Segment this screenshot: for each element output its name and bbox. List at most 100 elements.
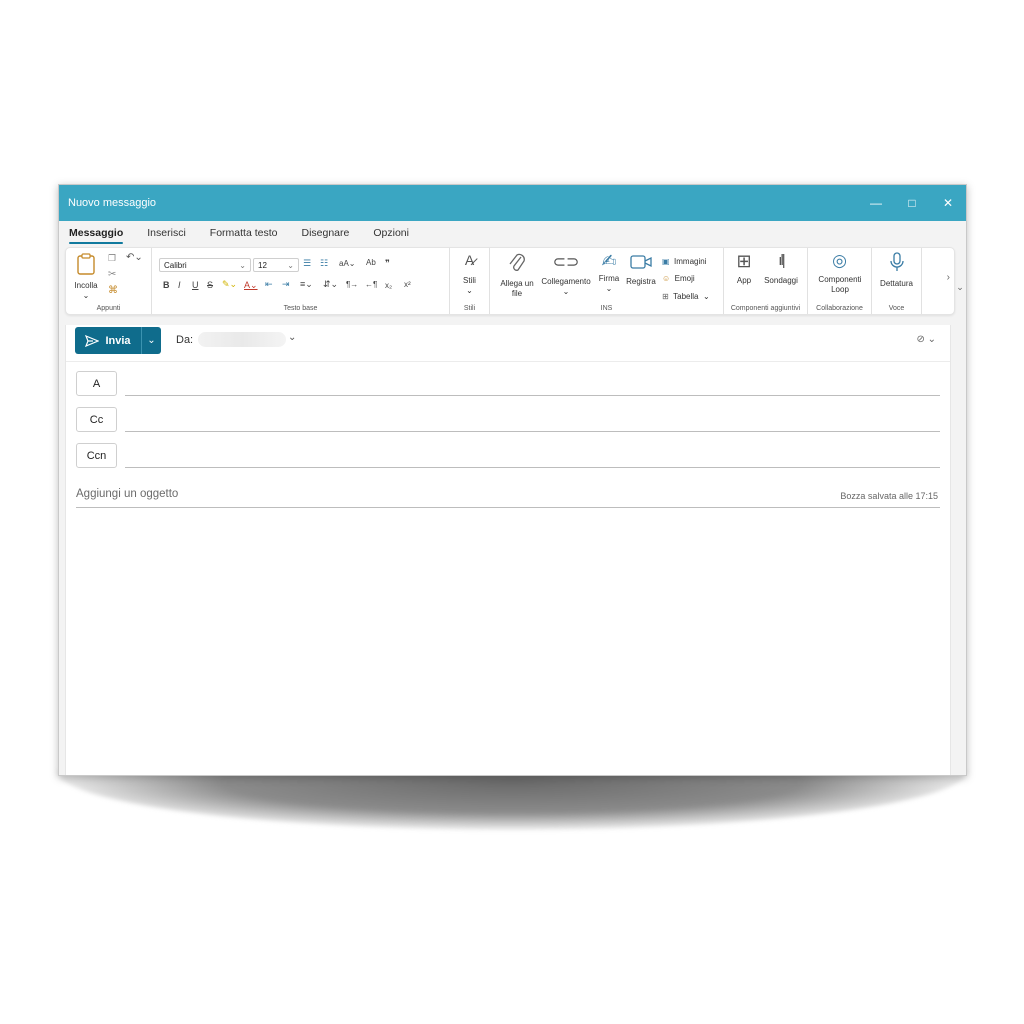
bcc-field[interactable]: [125, 467, 940, 468]
cut-icon[interactable]: ✂: [108, 270, 116, 280]
subscript-icon[interactable]: x₂: [385, 281, 392, 290]
send-split-button: Invia ⌄: [75, 327, 161, 354]
clear-format-icon[interactable]: Ab: [366, 258, 376, 267]
table-icon: ⊞: [662, 292, 669, 301]
from-chevron-down-icon[interactable]: ⌄: [288, 332, 296, 343]
send-icon: [85, 334, 100, 347]
loop-components-button[interactable]: ◎ Componenti Loop: [808, 252, 871, 294]
emoji-label: Emoji: [674, 274, 695, 283]
superscript-icon[interactable]: x²: [404, 280, 411, 289]
bcc-button[interactable]: Ccn: [76, 443, 117, 468]
link-button[interactable]: ⊂⊃ Collegamento ⌄: [538, 252, 594, 296]
group-label-ins: INS: [600, 305, 613, 312]
chevron-down-icon: ⌄: [605, 283, 613, 293]
from-address[interactable]: [198, 332, 286, 347]
attach-file-button[interactable]: Allega un file: [496, 252, 538, 298]
undo-icon[interactable]: ↶⌄: [126, 253, 143, 263]
apps-button[interactable]: ⊞ App: [730, 252, 758, 286]
font-grow-icon[interactable]: aA⌄: [339, 259, 356, 268]
attach-file-label: Allega un file: [500, 279, 534, 298]
group-label-appunti: Appunti: [96, 305, 121, 312]
strikethrough-icon[interactable]: S: [207, 280, 213, 290]
send-options-button[interactable]: ⌄: [141, 327, 161, 354]
sensitivity-icon[interactable]: ⊘ ⌄: [916, 334, 936, 345]
tab-disegnare[interactable]: Disegnare: [301, 227, 361, 245]
window-title: Nuovo messaggio: [68, 197, 157, 209]
italic-icon[interactable]: I: [178, 280, 181, 290]
align-icon[interactable]: ≡⌄: [300, 279, 313, 290]
underline-icon[interactable]: U: [192, 280, 199, 290]
tab-messaggio[interactable]: Messaggio: [69, 227, 135, 245]
loop-components-label: Componenti Loop: [818, 275, 862, 294]
apps-grid-icon: ⊞: [736, 251, 752, 271]
chevron-down-icon: ⌄: [562, 286, 570, 296]
numbering-icon[interactable]: ☷: [320, 258, 328, 269]
emoji-button[interactable]: ☺ Emoji: [662, 268, 695, 286]
to-field[interactable]: [125, 395, 940, 396]
to-button[interactable]: A: [76, 371, 117, 396]
link-icon: ⊂⊃: [552, 254, 580, 271]
ltr-icon[interactable]: ¶→: [346, 280, 358, 289]
subject-divider: [76, 507, 940, 508]
record-label: Registra: [626, 277, 656, 286]
tab-opzioni[interactable]: Opzioni: [373, 227, 421, 245]
polls-button[interactable]: ıl| Sondaggi: [758, 252, 804, 286]
chevron-down-icon: ⌄: [82, 290, 90, 300]
group-label-testo-base: Testo base: [283, 305, 318, 312]
group-componenti-aggiuntivi: ⊞ App ıl| Sondaggi Componenti aggiuntivi: [724, 248, 808, 314]
font-color-icon[interactable]: A⌄: [244, 280, 258, 291]
font-family-value: Calibri: [164, 261, 187, 270]
minimize-button[interactable]: —: [858, 185, 894, 221]
table-label: Tabella: [673, 292, 699, 301]
group-label-componenti-aggiuntivi: Componenti aggiuntivi: [730, 305, 801, 312]
paste-button[interactable]: Incolla ⌄: [72, 252, 100, 300]
video-camera-icon: [630, 255, 652, 269]
maximize-button[interactable]: □: [894, 185, 930, 221]
format-painter-icon[interactable]: ⌘: [108, 286, 118, 296]
font-family-select[interactable]: Calibri ⌄: [159, 258, 251, 272]
chevron-down-icon: ⌄: [702, 292, 710, 301]
group-label-stili: Stili: [463, 305, 476, 312]
record-button[interactable]: Registra: [624, 252, 658, 287]
highlight-icon[interactable]: ✎⌄: [222, 279, 237, 290]
signature-button[interactable]: ✍ Firma ⌄: [596, 252, 622, 293]
subject-input[interactable]: Aggiungi un oggetto: [76, 488, 178, 500]
group-collaborazione: ◎ Componenti Loop Collaborazione: [808, 248, 872, 314]
clipboard-icon: [77, 253, 95, 275]
send-label: Invia: [105, 334, 131, 347]
signature-icon: ✍: [601, 251, 617, 271]
font-size-value: 12: [258, 261, 267, 270]
bullets-icon[interactable]: ☰: [303, 258, 311, 269]
loop-icon: ◎: [832, 251, 847, 270]
line-spacing-icon[interactable]: ⇵⌄: [323, 279, 338, 290]
styles-button[interactable]: A̷ Stili ⌄: [450, 252, 489, 295]
poll-icon: ıl|: [778, 252, 786, 269]
paperclip-icon: [509, 253, 525, 271]
images-button[interactable]: ▣ Immagini: [662, 251, 706, 269]
tab-formatta-testo[interactable]: Formatta testo: [210, 227, 290, 245]
close-button[interactable]: ✕: [930, 185, 966, 221]
images-label: Immagini: [674, 257, 707, 266]
ribbon: Incolla ⌄ ❐ ↶⌄ ✂ ⌘ Appunti Calibri ⌄ 12 ⌄ …: [65, 247, 955, 315]
copy-icon[interactable]: ❐: [108, 254, 116, 263]
outdent-icon[interactable]: ⇤: [265, 279, 273, 290]
cc-field[interactable]: [125, 431, 940, 432]
tab-inserisci[interactable]: Inserisci: [147, 227, 198, 245]
table-button[interactable]: ⊞ Tabella ⌄: [662, 286, 710, 304]
cc-button[interactable]: Cc: [76, 407, 117, 432]
rtl-icon[interactable]: ←¶: [365, 280, 377, 289]
bold-icon[interactable]: B: [163, 280, 170, 290]
send-button[interactable]: Invia: [75, 327, 141, 354]
ribbon-expand-icon[interactable]: ⌄: [954, 247, 966, 327]
header-divider: [66, 361, 950, 362]
group-voce: Dettatura Voce: [872, 248, 922, 314]
indent-icon[interactable]: ⇥: [282, 279, 290, 290]
paste-label: Incolla: [74, 281, 98, 290]
group-label-collaborazione: Collaborazione: [816, 305, 863, 312]
quote-icon[interactable]: ❞: [385, 258, 390, 269]
ribbon-scroll-right-icon[interactable]: ›: [947, 272, 950, 283]
signature-label: Firma: [598, 274, 620, 283]
font-size-select[interactable]: 12 ⌄: [253, 258, 299, 272]
dictate-button[interactable]: Dettatura: [872, 252, 921, 289]
ribbon-tabs: Messaggio Inserisci Formatta testo Diseg…: [59, 221, 966, 245]
